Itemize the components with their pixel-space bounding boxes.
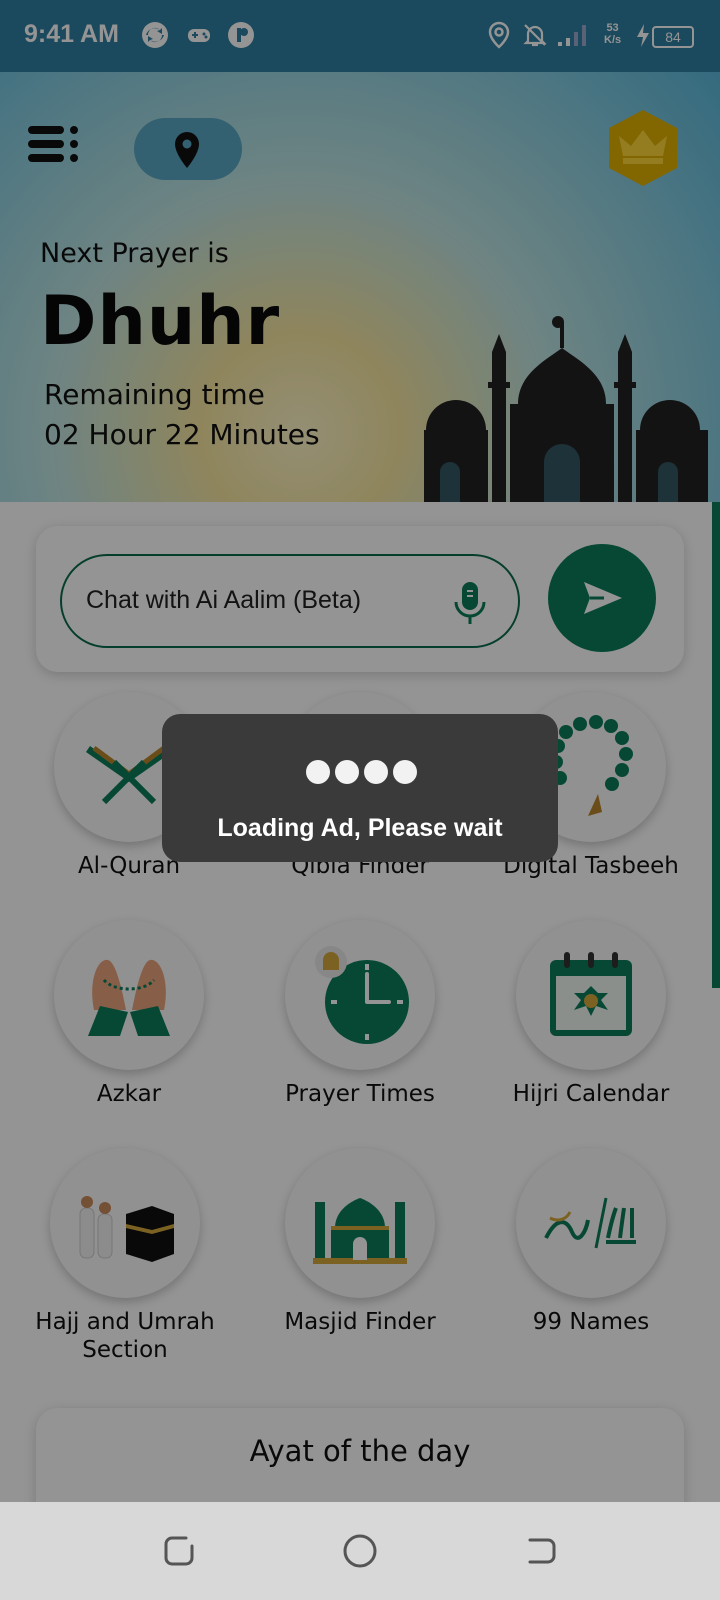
system-navigation-bar [0,1502,720,1600]
back-icon[interactable] [522,1532,560,1570]
recent-apps-icon[interactable] [160,1532,198,1570]
loading-spinner [306,760,418,786]
loading-dot [364,760,388,784]
home-icon[interactable] [341,1532,379,1570]
loading-message: Loading Ad, Please wait [217,814,503,842]
loading-dot [335,760,359,784]
loading-dialog: Loading Ad, Please wait [162,714,558,862]
loading-dot [306,760,330,784]
loading-dot [393,760,417,784]
